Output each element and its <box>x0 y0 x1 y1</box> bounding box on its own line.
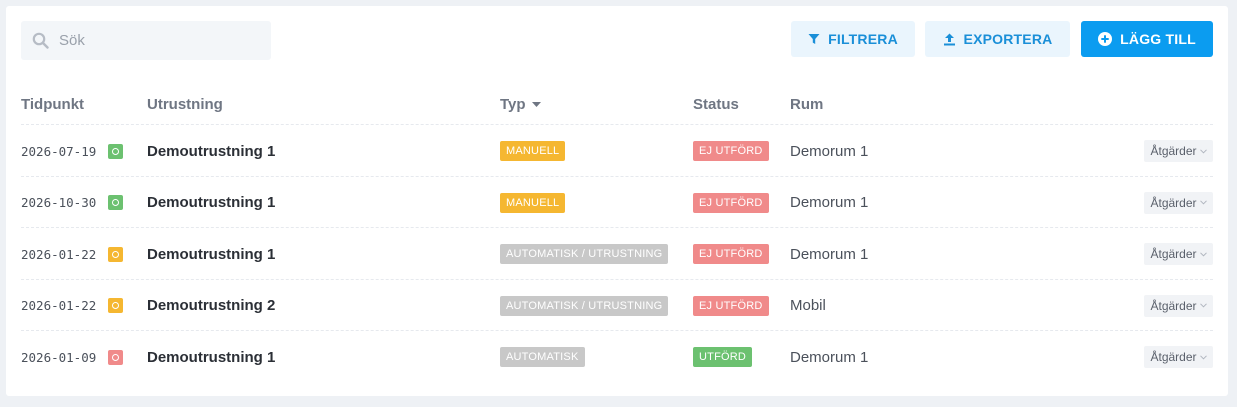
status-badge: EJ UTFÖRD <box>693 141 769 161</box>
type-badge: AUTOMATISK / UTRUSTNING <box>500 244 669 264</box>
column-header-type[interactable]: Typ <box>500 96 541 113</box>
chevron-down-icon <box>1199 200 1207 205</box>
row-type: AUTOMATISK / UTRUSTNING <box>500 280 669 332</box>
status-badge: EJ UTFÖRD <box>693 192 769 213</box>
column-header-time[interactable]: Tidpunkt <box>21 96 84 113</box>
actions-dropdown[interactable]: Åtgärder <box>1144 140 1213 162</box>
row-status: EJ UTFÖRD <box>693 280 769 332</box>
export-button[interactable]: EXPORTERA <box>925 21 1070 57</box>
row-actions: Åtgärder <box>1144 280 1213 332</box>
actions-dropdown-label: Åtgärder <box>1150 350 1197 364</box>
row-actions: Åtgärder <box>1144 228 1213 280</box>
type-badge: MANUELL <box>500 192 566 213</box>
actions-dropdown[interactable]: Åtgärder <box>1144 294 1213 317</box>
export-button-label: EXPORTERA <box>963 31 1053 47</box>
sort-down-icon <box>531 101 541 107</box>
row-status: EJ UTFÖRD <box>693 125 769 177</box>
table-row[interactable]: 2026-07-19 Demoutrustning 1 MANUELL EJ UTFÖ… <box>21 124 1213 176</box>
row-date: 2026-01-22 <box>21 246 97 262</box>
chevron-down-icon <box>1199 303 1207 308</box>
main-card: FILTRERA EXPORTERA LÄGG TILL Tidpunkt Ut… <box>6 6 1228 396</box>
search-icon <box>32 32 49 49</box>
column-header-equipment[interactable]: Utrustning <box>147 96 223 113</box>
row-room: Demorum 1 <box>790 142 869 160</box>
filter-button[interactable]: FILTRERA <box>791 21 915 57</box>
row-type: AUTOMATISK <box>500 331 585 383</box>
chevron-down-icon <box>1199 354 1207 360</box>
status-badge: UTFÖRD <box>693 347 753 367</box>
row-room: Demorum 1 <box>790 194 869 211</box>
status-badge: EJ UTFÖRD <box>693 244 769 264</box>
add-button-label: LÄGG TILL <box>1120 31 1196 47</box>
table-row[interactable]: 2026-10-30 Demoutrustning 1 MANUELL EJ UTFÖ… <box>21 175 1213 229</box>
row-indicator <box>108 125 123 177</box>
row-date: 2026-07-19 <box>21 143 97 159</box>
status-indicator-icon <box>108 246 123 262</box>
actions-dropdown[interactable]: Åtgärder <box>1144 243 1213 265</box>
type-badge: AUTOMATISK / UTRUSTNING <box>500 295 669 316</box>
row-status: UTFÖRD <box>693 331 753 383</box>
add-button[interactable]: LÄGG TILL <box>1081 21 1213 57</box>
filter-icon <box>808 34 820 44</box>
row-equipment[interactable]: Demoutrustning 1 <box>147 125 275 177</box>
row-indicator <box>108 177 123 229</box>
actions-dropdown[interactable]: Åtgärder <box>1144 191 1213 214</box>
status-indicator-icon <box>108 143 123 159</box>
type-badge: AUTOMATISK <box>500 347 585 367</box>
status-indicator-icon <box>108 195 123 210</box>
status-indicator-icon <box>108 349 123 365</box>
status-badge: EJ UTFÖRD <box>693 295 769 316</box>
row-actions: Åtgärder <box>1144 331 1213 383</box>
row-date: 2026-10-30 <box>21 195 97 210</box>
row-type: MANUELL <box>500 177 566 229</box>
row-room: Mobil <box>790 297 826 314</box>
row-type: AUTOMATISK / UTRUSTNING <box>500 228 669 280</box>
plus-circle-icon <box>1098 32 1113 46</box>
actions-dropdown-label: Åtgärder <box>1150 195 1197 210</box>
table-row[interactable]: 2026-01-09 Demoutrustning 1 AUTOMATISK UTFÖ… <box>21 330 1213 382</box>
row-equipment[interactable]: Demoutrustning 1 <box>147 331 275 383</box>
row-indicator <box>108 228 123 280</box>
column-header-room[interactable]: Rum <box>790 96 823 113</box>
row-date: 2026-01-09 <box>21 349 97 365</box>
actions-dropdown-label: Åtgärder <box>1150 247 1197 261</box>
actions-dropdown-label: Åtgärder <box>1150 144 1197 158</box>
row-actions: Åtgärder <box>1144 177 1213 229</box>
row-indicator <box>108 280 123 332</box>
row-equipment[interactable]: Demoutrustning 1 <box>147 228 275 280</box>
column-header-status[interactable]: Status <box>693 96 739 113</box>
chevron-down-icon <box>1199 148 1207 154</box>
upload-icon <box>943 33 955 45</box>
row-room: Demorum 1 <box>790 348 869 366</box>
chevron-down-icon <box>1199 251 1207 257</box>
row-indicator <box>108 331 123 383</box>
row-actions: Åtgärder <box>1144 125 1213 177</box>
row-room: Demorum 1 <box>790 245 869 263</box>
row-type: MANUELL <box>500 125 566 177</box>
search-input[interactable] <box>59 32 249 49</box>
row-status: EJ UTFÖRD <box>693 228 769 280</box>
table-row[interactable]: 2026-01-22 Demoutrustning 2 AUTOMATISK / U… <box>21 278 1213 332</box>
table-row[interactable]: 2026-01-22 Demoutrustning 1 AUTOMATISK / U… <box>21 227 1213 279</box>
row-equipment[interactable]: Demoutrustning 2 <box>147 280 275 332</box>
row-status: EJ UTFÖRD <box>693 177 769 229</box>
actions-dropdown[interactable]: Åtgärder <box>1144 346 1213 368</box>
search-box[interactable] <box>21 21 271 60</box>
type-badge: MANUELL <box>500 141 566 161</box>
actions-dropdown-label: Åtgärder <box>1150 298 1197 313</box>
row-equipment[interactable]: Demoutrustning 1 <box>147 177 275 229</box>
row-date: 2026-01-22 <box>21 298 97 313</box>
status-indicator-icon <box>108 298 123 313</box>
filter-button-label: FILTRERA <box>828 31 898 47</box>
